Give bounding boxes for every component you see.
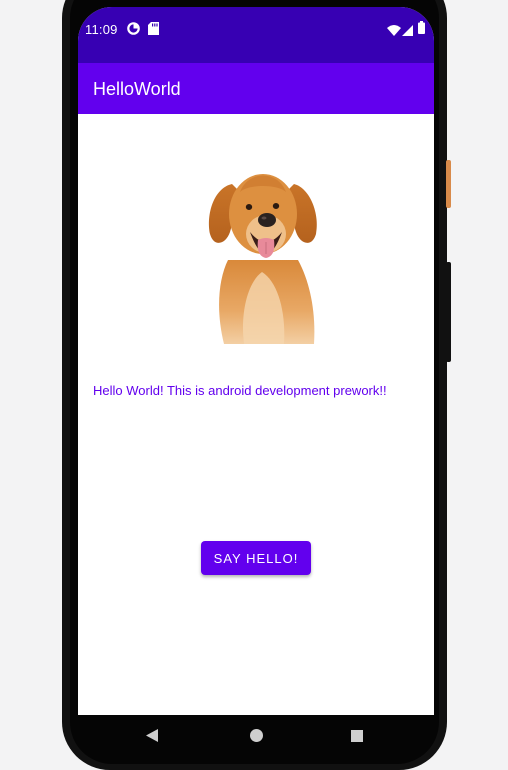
main-content: Hello World! This is android development… <box>78 114 434 727</box>
dog-image <box>204 162 322 344</box>
power-button <box>446 262 451 362</box>
wifi-icon <box>387 23 401 41</box>
sd-card-icon <box>148 22 159 40</box>
back-icon[interactable] <box>146 729 158 747</box>
app-title: HelloWorld <box>93 79 181 99</box>
cell-signal-icon <box>402 23 413 41</box>
status-bar: 11:09 <box>78 7 434 63</box>
app-bar: HelloWorld <box>78 63 434 114</box>
home-icon[interactable] <box>250 729 263 747</box>
navigation-bar <box>78 715 434 742</box>
volume-button <box>446 160 451 208</box>
status-time: 11:09 <box>85 22 118 37</box>
say-hello-button[interactable]: SAY HELLO! <box>201 541 311 575</box>
hello-message: Hello World! This is android development… <box>93 383 387 398</box>
recents-icon[interactable] <box>351 729 363 747</box>
device-screen: 11:09 HelloWorld Hello World! This is an… <box>78 7 434 727</box>
data-saver-icon <box>127 22 140 40</box>
battery-icon <box>418 21 425 39</box>
